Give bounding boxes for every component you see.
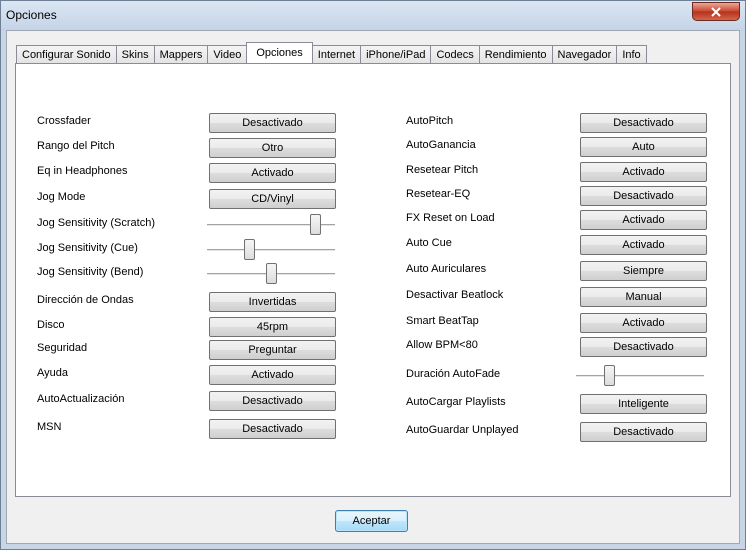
label-eq-in-headphones: Eq in Headphones [37,165,128,177]
eq-in-headphones-button[interactable]: Activado [209,163,336,183]
slider-thumb[interactable] [604,365,616,386]
accept-button[interactable]: Aceptar [335,510,408,532]
autocargar-playlists-button[interactable]: Inteligente [580,394,707,414]
tab-info[interactable]: Info [616,45,647,63]
smart-beattap-button[interactable]: Activado [580,313,707,333]
fx-reset-on-load-button[interactable]: Activado [580,210,707,230]
title-bar[interactable]: Opciones [1,1,745,31]
label-jog-sensitivity-scratch: Jog Sensitivity (Scratch) [37,217,155,229]
auto-auriculares-button[interactable]: Siempre [580,261,707,281]
label-ayuda: Ayuda [37,367,68,379]
label-jog-sensitivity-cue: Jog Sensitivity (Cue) [37,242,138,254]
tab-strip: Configurar Sonido Skins Mappers Video Opcion… [16,42,647,63]
tab-codecs[interactable]: Codecs [430,45,479,63]
msn-button[interactable]: Desactivado [209,419,336,439]
label-autoactualizacion: AutoActualización [37,393,125,405]
tab-video[interactable]: Video [207,45,247,63]
options-window: Opciones Configurar Sonido Skins Mappers Vi… [0,0,746,550]
label-direccion-de-ondas: Dirección de Ondas [37,294,134,306]
label-resetear-eq: Resetear-EQ [406,188,471,200]
options-panel: Crossfader Desactivado Rango del Pitch Otro… [15,63,731,497]
autopitch-button[interactable]: Desactivado [580,113,707,133]
jog-sensitivity-cue-slider[interactable] [207,239,335,261]
tab-rendimiento[interactable]: Rendimiento [478,45,552,63]
label-disco: Disco [37,319,65,331]
duracion-autofade-slider[interactable] [576,365,704,387]
label-allow-bpm-80: Allow BPM<80 [406,339,478,351]
tab-configurar-sonido[interactable]: Configurar Sonido [16,45,116,63]
label-jog-sensitivity-bend: Jog Sensitivity (Bend) [37,266,144,278]
label-auto-cue: Auto Cue [406,237,452,249]
resetear-pitch-button[interactable]: Activado [580,162,707,182]
close-button[interactable] [692,2,740,21]
label-desactivar-beatlock: Desactivar Beatlock [406,289,504,301]
slider-thumb[interactable] [266,263,277,284]
slider-track [576,375,704,378]
window-title: Opciones [6,8,57,22]
slider-thumb[interactable] [244,239,256,260]
label-autoguardar-unplayed: AutoGuardar Unplayed [406,424,519,436]
tab-internet[interactable]: Internet [312,45,361,63]
label-seguridad: Seguridad [37,342,88,354]
autoguardar-unplayed-button[interactable]: Desactivado [580,422,707,442]
label-autoganancia: AutoGanancia [406,139,476,151]
tab-mappers[interactable]: Mappers [153,45,208,63]
slider-thumb[interactable] [309,214,321,235]
label-msn: MSN [37,421,62,433]
label-autocargar-playlists: AutoCargar Playlists [406,396,506,408]
rango-del-pitch-button[interactable]: Otro [209,138,336,158]
label-smart-beattap: Smart BeatTap [406,315,479,327]
close-icon [711,6,721,17]
jog-sensitivity-scratch-slider[interactable] [207,214,335,236]
tab-skins[interactable]: Skins [115,45,154,63]
dialog-body: Configurar Sonido Skins Mappers Video Opcion… [6,30,740,544]
label-fx-reset-on-load: FX Reset on Load [406,212,495,224]
desactivar-beatlock-button[interactable]: Manual [580,287,707,307]
ayuda-button[interactable]: Activado [209,365,336,385]
label-resetear-pitch: Resetear Pitch [406,164,479,176]
seguridad-button[interactable]: Preguntar [209,340,336,360]
autoactualizacion-button[interactable]: Desactivado [209,391,336,411]
label-jog-mode: Jog Mode [37,191,86,203]
label-rango-del-pitch: Rango del Pitch [37,140,115,152]
tab-opciones[interactable]: Opciones [246,42,313,63]
autoganancia-button[interactable]: Auto [580,137,707,157]
label-crossfader: Crossfader [37,115,91,127]
label-duracion-autofade: Duración AutoFade [406,368,501,380]
tab-iphone-ipad[interactable]: iPhone/iPad [360,45,431,63]
tab-navegador[interactable]: Navegador [551,45,617,63]
resetear-eq-button[interactable]: Desactivado [580,186,707,206]
direccion-de-ondas-button[interactable]: Invertidas [209,292,336,312]
auto-cue-button[interactable]: Activado [580,235,707,255]
crossfader-button[interactable]: Desactivado [209,113,336,133]
label-autopitch: AutoPitch [406,115,454,127]
slider-track [207,249,335,252]
allow-bpm-80-button[interactable]: Desactivado [580,337,707,357]
label-auto-auriculares: Auto Auriculares [406,263,487,275]
disco-button[interactable]: 45rpm [209,317,336,337]
jog-sensitivity-bend-slider[interactable] [207,263,335,285]
jog-mode-button[interactable]: CD/Vinyl [209,189,336,209]
